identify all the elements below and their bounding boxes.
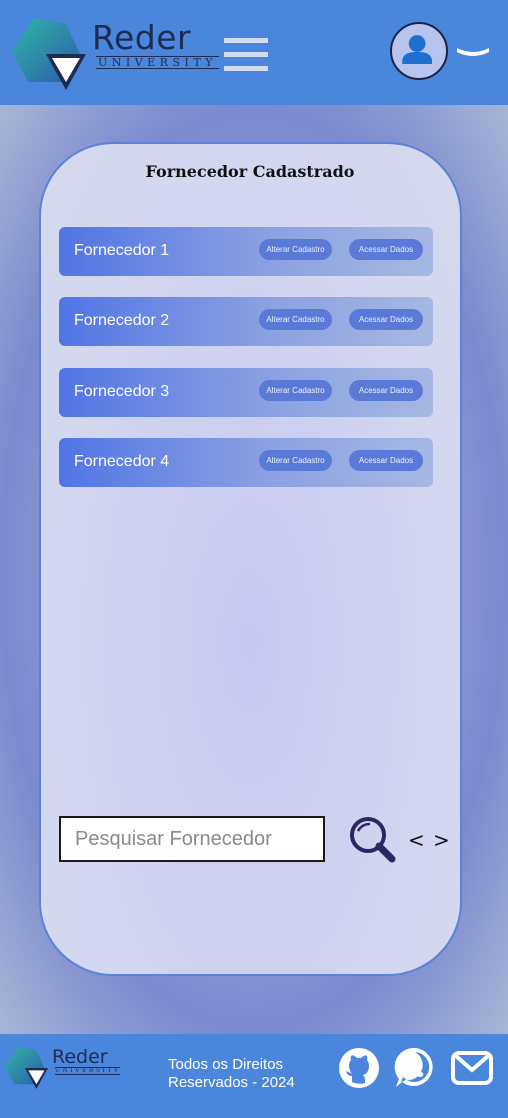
copyright-text: Todos os Direitos Reservados - 2024 bbox=[168, 1056, 328, 1092]
mail-icon[interactable] bbox=[450, 1046, 494, 1090]
footer: Reder UNIVERSITY Todos os Direitos Reser… bbox=[0, 1034, 508, 1118]
acessar-dados-button[interactable]: Acessar Dados bbox=[349, 450, 423, 471]
supplier-row[interactable]: Fornecedor 4 Alterar Cadastro Acessar Da… bbox=[59, 438, 433, 487]
search-input[interactable] bbox=[59, 816, 325, 862]
acessar-dados-button[interactable]: Acessar Dados bbox=[349, 239, 423, 260]
next-page-button[interactable]: > bbox=[433, 828, 450, 852]
alter-cadastro-button[interactable]: Alterar Cadastro bbox=[259, 450, 332, 471]
acessar-dados-button[interactable]: Acessar Dados bbox=[349, 380, 423, 401]
top-header: Reder UNIVERSITY bbox=[0, 0, 508, 105]
supplier-row[interactable]: Fornecedor 2 Alterar Cadastro Acessar Da… bbox=[59, 297, 433, 346]
brand-name: Reder bbox=[92, 18, 192, 57]
acessar-dados-button[interactable]: Acessar Dados bbox=[349, 309, 423, 330]
prev-page-button[interactable]: < bbox=[408, 828, 425, 852]
whatsapp-icon[interactable] bbox=[393, 1046, 437, 1090]
footer-brand-name: Reder bbox=[52, 1046, 108, 1068]
supplier-name: Fornecedor 1 bbox=[74, 242, 170, 259]
user-avatar-icon bbox=[402, 35, 433, 65]
user-avatar-button[interactable] bbox=[390, 22, 448, 80]
supplier-name: Fornecedor 4 bbox=[74, 453, 170, 470]
copyright-line: Reservados - 2024 bbox=[168, 1074, 295, 1091]
alter-cadastro-button[interactable]: Alterar Cadastro bbox=[259, 309, 332, 330]
supplier-row[interactable]: Fornecedor 3 Alterar Cadastro Acessar Da… bbox=[59, 368, 433, 417]
menu-bar bbox=[224, 66, 268, 71]
copyright-line: Todos os Direitos bbox=[168, 1056, 284, 1073]
page-title: Fornecedor Cadastrado bbox=[145, 162, 355, 181]
reder-logo-icon bbox=[5, 1047, 48, 1089]
supplier-name: Fornecedor 2 bbox=[74, 312, 170, 329]
footer-brand-subtitle: UNIVERSITY bbox=[55, 1067, 121, 1075]
brand-subtitle: UNIVERSITY bbox=[96, 56, 219, 69]
alter-cadastro-button[interactable]: Alterar Cadastro bbox=[259, 239, 332, 260]
menu-bar bbox=[224, 52, 268, 57]
alter-cadastro-button[interactable]: Alterar Cadastro bbox=[259, 380, 332, 401]
hamburger-menu-icon[interactable] bbox=[224, 38, 268, 72]
supplier-row[interactable]: Fornecedor 1 Alterar Cadastro Acessar Da… bbox=[59, 227, 433, 276]
search-icon[interactable] bbox=[348, 815, 398, 865]
supplier-name: Fornecedor 3 bbox=[74, 383, 170, 400]
menu-bar bbox=[224, 38, 268, 43]
reder-logo-icon[interactable] bbox=[10, 16, 86, 92]
chevron-down-icon[interactable] bbox=[455, 42, 491, 62]
github-icon[interactable] bbox=[337, 1046, 381, 1090]
